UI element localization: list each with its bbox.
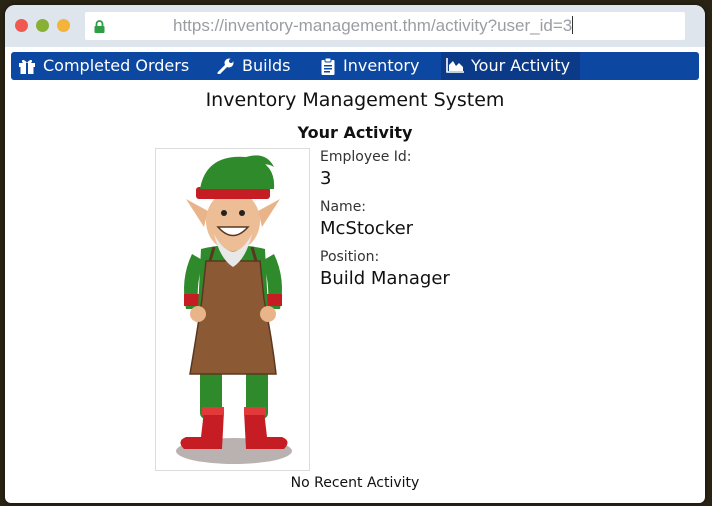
employee-name-label: Name: xyxy=(320,199,367,215)
page-title: Inventory Management System xyxy=(205,89,505,111)
nav-completed-orders[interactable]: Completed Orders xyxy=(14,52,204,80)
nav-label-completed-orders: Completed Orders xyxy=(43,56,190,75)
employee-id-value: 3 xyxy=(320,168,332,189)
nav-builds[interactable]: Builds xyxy=(216,52,306,80)
employee-id-label: Employee Id: xyxy=(320,149,412,165)
address-bar[interactable]: https://inventory-management.thm/activit… xyxy=(85,12,685,40)
lock-icon xyxy=(94,20,105,33)
recent-activity-empty-text: No Recent Activity xyxy=(290,475,420,491)
text-caret xyxy=(572,16,574,34)
maximize-window-button[interactable] xyxy=(57,19,70,32)
nav-your-activity[interactable]: Your Activity xyxy=(441,52,580,80)
employee-name-value: McStocker xyxy=(320,218,414,239)
elf-avatar-image xyxy=(176,155,292,464)
area-chart-icon xyxy=(446,58,464,73)
close-window-button[interactable] xyxy=(15,19,28,32)
gift-icon xyxy=(19,59,35,74)
nav-label-builds: Builds xyxy=(242,56,291,75)
nav-label-your-activity: Your Activity xyxy=(471,56,571,75)
main-navbar: Completed Orders Builds Inventory Your A… xyxy=(11,52,699,80)
nav-label-inventory: Inventory xyxy=(343,56,420,75)
employee-photo xyxy=(155,148,310,471)
browser-toolbar: https://inventory-management.thm/activit… xyxy=(5,5,705,47)
url-text[interactable]: https://inventory-management.thm/activit… xyxy=(173,14,574,38)
employee-position-value: Build Manager xyxy=(320,268,450,289)
employee-position-label: Position: xyxy=(320,249,380,265)
browser-window: https://inventory-management.thm/activit… xyxy=(5,5,705,503)
section-title: Your Activity xyxy=(297,123,413,142)
clipboard-icon xyxy=(321,58,335,75)
minimize-window-button[interactable] xyxy=(36,19,49,32)
wrench-icon xyxy=(217,58,234,74)
url-value: https://inventory-management.thm/activit… xyxy=(173,16,573,35)
nav-inventory[interactable]: Inventory xyxy=(316,52,436,80)
